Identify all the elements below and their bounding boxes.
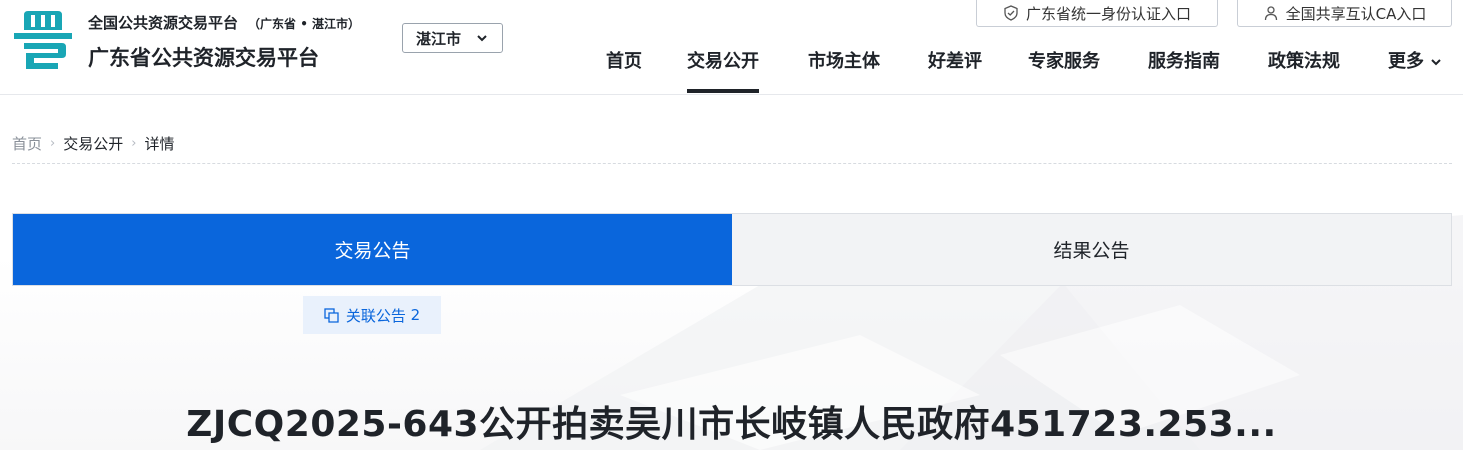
region-label: （广东省 • 湛江市） (248, 17, 361, 31)
nav-item-market-entity[interactable]: 市场主体 (808, 48, 880, 94)
nav-item-home[interactable]: 首页 (606, 48, 642, 94)
site-subtitle: 全国公共资源交易平台 （广东省 • 湛江市） (88, 12, 360, 33)
nav-item-label: 市场主体 (808, 51, 880, 72)
chevron-down-icon (1431, 59, 1441, 66)
site-header: 全国公共资源交易平台 （广东省 • 湛江市） 广东省公共资源交易平台 湛江市 广东… (0, 0, 1463, 95)
related-notice-count: 2 (410, 306, 421, 324)
nav-item-policy[interactable]: 政策法规 (1268, 48, 1340, 94)
breadcrumb-home[interactable]: 首页 (12, 133, 42, 154)
breadcrumb-current: 详情 (144, 135, 175, 153)
nav-item-more[interactable]: 更多 (1388, 48, 1442, 94)
related-notice-label: 关联公告 (345, 306, 406, 325)
breadcrumb-separator-icon: › (131, 136, 137, 151)
nav-item-label: 交易公开 (687, 51, 759, 72)
nav-item-label: 政策法规 (1268, 51, 1340, 72)
city-select-value: 湛江市 (416, 29, 462, 48)
breadcrumb: 首页 › 交易公开 › 详情 (12, 133, 174, 154)
tab-result-notice[interactable]: 结果公告 (732, 214, 1451, 285)
breadcrumb-separator-icon: › (50, 136, 56, 151)
nav-item-label: 更多 (1388, 51, 1424, 72)
ca-auth-label: 全国共享互认CA入口 (1285, 4, 1427, 23)
province-auth-button[interactable]: 广东省统一身份认证入口 (976, 0, 1218, 27)
nav-item-label: 首页 (606, 51, 642, 72)
nav-item-label: 服务指南 (1148, 51, 1220, 72)
shield-icon (1004, 5, 1018, 21)
nav-item-guide[interactable]: 服务指南 (1148, 48, 1220, 94)
tab-label: 交易公告 (334, 240, 411, 262)
nav-item-label: 好差评 (928, 51, 982, 72)
nav-item-expert[interactable]: 专家服务 (1028, 48, 1100, 94)
nav-item-trading[interactable]: 交易公开 (687, 48, 759, 94)
main-content: 首页 › 交易公开 › 详情 交易公告 结果公告 关联公告 2 ZJCQ2025… (0, 95, 1463, 450)
chevron-down-icon (477, 35, 487, 42)
province-auth-label: 广东省统一身份认证入口 (1025, 4, 1191, 23)
nav-item-label: 专家服务 (1028, 51, 1100, 72)
breadcrumb-trading[interactable]: 交易公开 (63, 133, 123, 154)
related-notice-button[interactable]: 关联公告 2 (303, 296, 441, 334)
tab-trading-notice[interactable]: 交易公告 (13, 214, 732, 285)
user-icon (1264, 6, 1277, 21)
document-title: ZJCQ2025-643公开拍卖吴川市长岐镇人民政府451723.253... (186, 404, 1277, 445)
site-subtitle-text: 全国公共资源交易平台 (88, 14, 239, 32)
divider (12, 163, 1452, 164)
main-nav: 首页 交易公开 市场主体 好差评 专家服务 服务指南 政策法规 更多 (0, 48, 1463, 94)
copy-icon (324, 307, 339, 323)
notice-tabs: 交易公告 结果公告 (12, 213, 1452, 286)
ca-auth-button[interactable]: 全国共享互认CA入口 (1237, 0, 1452, 27)
tab-label: 结果公告 (1053, 240, 1130, 262)
nav-item-review[interactable]: 好差评 (928, 48, 982, 94)
